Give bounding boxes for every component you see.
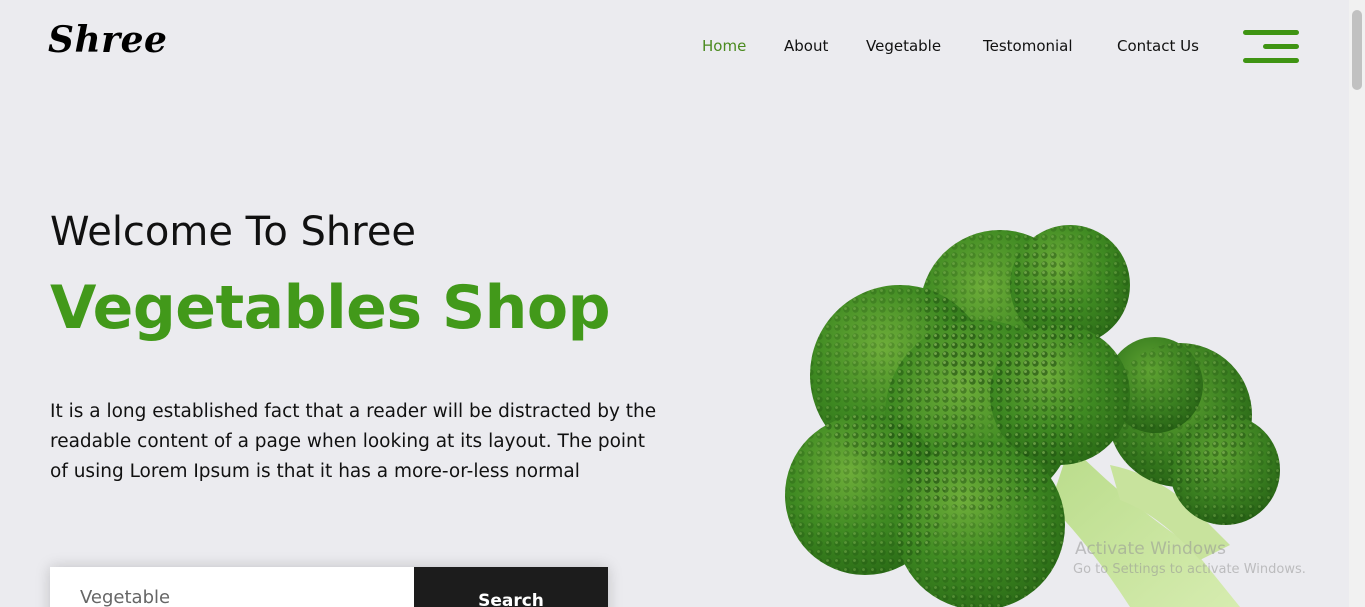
- activate-windows-watermark: Activate Windows Go to Settings to activ…: [1073, 538, 1306, 580]
- hero-description: It is a long established fact that a rea…: [50, 401, 657, 482]
- menu-bar-bottom: [1243, 58, 1299, 63]
- page: Shree Home About Vegetable Testomonial C…: [0, 0, 1365, 607]
- nav-item-vegetable[interactable]: Vegetable: [866, 36, 941, 56]
- main-nav: Home About Vegetable Testomonial Contact…: [0, 36, 1365, 58]
- search-button[interactable]: Search: [414, 567, 608, 607]
- search-form: Search: [50, 567, 608, 607]
- nav-item-home[interactable]: Home: [702, 36, 746, 56]
- hero-headline: Vegetables Shop: [50, 273, 611, 343]
- watermark-subtitle: Go to Settings to activate Windows.: [1073, 562, 1306, 577]
- watermark-title: Activate Windows: [1075, 539, 1226, 559]
- scrollbar-thumb[interactable]: [1352, 10, 1362, 90]
- hamburger-menu-icon[interactable]: [1243, 29, 1299, 65]
- page-scrollbar[interactable]: [1349, 0, 1365, 607]
- search-input[interactable]: [50, 567, 414, 607]
- menu-bar-top: [1243, 30, 1299, 35]
- nav-item-contact-us[interactable]: Contact Us: [1117, 36, 1199, 56]
- nav-item-testomonial[interactable]: Testomonial: [983, 36, 1073, 56]
- hero-welcome: Welcome To Shree: [50, 209, 417, 255]
- menu-bar-middle: [1263, 44, 1299, 49]
- nav-item-about[interactable]: About: [784, 36, 828, 56]
